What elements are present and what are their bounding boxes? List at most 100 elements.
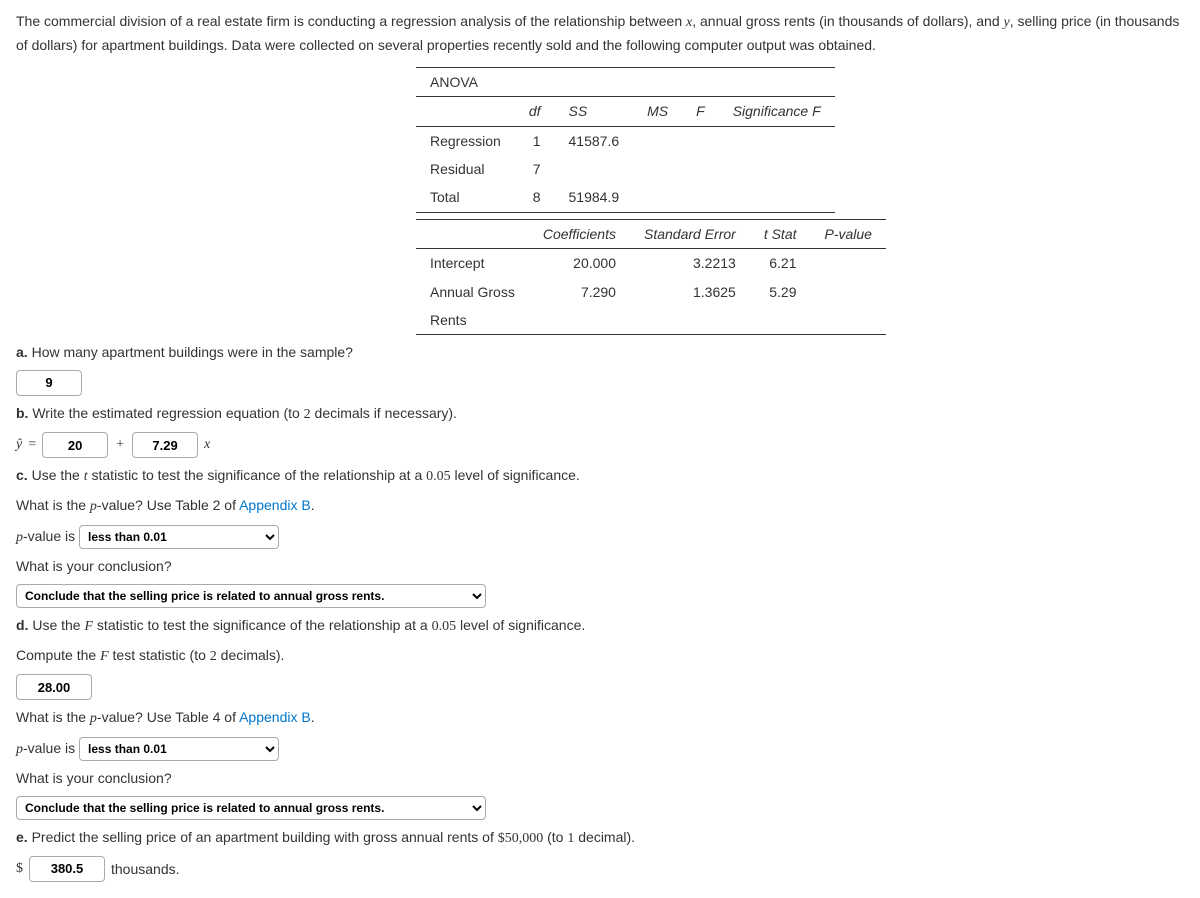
part-d-q1c: level of significance. — [456, 617, 585, 633]
part-c-pvalue-ans: p-value is less than 0.01 — [16, 525, 1184, 549]
part-d-q1b: statistic to test the significance of th… — [93, 617, 432, 633]
part-d-pvalue-ans: p-value is less than 0.01 — [16, 737, 1184, 761]
part-c-tag: c. — [16, 467, 28, 483]
coef-intercept-value: 20.000 — [529, 249, 630, 278]
part-b: b. Write the estimated regression equati… — [16, 402, 1184, 426]
anova-header-ss: SS — [555, 97, 634, 126]
part-e-qc: decimal). — [574, 829, 635, 845]
part-c-q1c: level of significance. — [451, 467, 580, 483]
part-c-q2b: -value? Use Table 2 of — [97, 497, 239, 513]
p-var-d-2: p — [16, 742, 23, 757]
anova-row-residual-df: 7 — [515, 155, 555, 183]
part-a-answer-input[interactable] — [16, 370, 82, 396]
appendix-b-link-2[interactable]: Appendix B — [239, 709, 311, 725]
part-d: d. Use the F statistic to test the signi… — [16, 614, 1184, 638]
anova-header-ms: MS — [633, 97, 682, 126]
coef-intercept-se: 3.2213 — [630, 249, 750, 278]
p-var-c-2: p — [16, 530, 23, 545]
coef-header-t: t Stat — [750, 219, 811, 248]
part-c-q2a: What is the — [16, 497, 90, 513]
anova-row-residual-label: Residual — [416, 155, 515, 183]
part-e-dec: 1 — [567, 831, 574, 846]
part-e-tag: e. — [16, 829, 28, 845]
part-b-equation: ŷ = + x — [16, 432, 1184, 458]
coef-slope-label-b: Rents — [416, 306, 529, 335]
part-c-alpha: 0.05 — [426, 469, 451, 484]
anova-row-regression-df: 1 — [515, 126, 555, 155]
part-d-q2c: decimals). — [217, 647, 285, 663]
part-d-q3a: What is the — [16, 709, 90, 725]
part-b-question-b: decimals if necessary). — [311, 405, 457, 421]
equals-symbol: = — [28, 434, 36, 456]
p-var-c: p — [90, 499, 97, 514]
part-a-tag: a. — [16, 344, 28, 360]
coef-slope-se: 1.3625 — [630, 278, 750, 306]
part-d-conclusion-q: What is your conclusion? — [16, 767, 1184, 789]
part-d-conclusion-select[interactable]: Conclude that the selling price is relat… — [16, 796, 486, 820]
part-d-q2a: Compute the — [16, 647, 100, 663]
dollar-sign: $ — [16, 858, 23, 880]
coef-table: Coefficients Standard Error t Stat P-val… — [416, 219, 886, 336]
anova-title: ANOVA — [416, 67, 515, 96]
intro-text-1: The commercial division of a real estate… — [16, 13, 686, 29]
anova-row-regression-ss: 41587.6 — [555, 126, 634, 155]
anova-row-regression-label: Regression — [416, 126, 515, 155]
yhat-symbol: ŷ — [16, 434, 22, 456]
part-c-pvalue-q: What is the p-value? Use Table 2 of Appe… — [16, 494, 1184, 518]
problem-intro: The commercial division of a real estate… — [16, 10, 1184, 57]
anova-header-sigf: Significance F — [719, 97, 835, 126]
coef-slope-t: 5.29 — [750, 278, 811, 306]
part-e-qb: (to — [543, 829, 567, 845]
coef-slope-value: 7.290 — [529, 278, 630, 306]
part-c-q1a: Use the — [32, 467, 84, 483]
coef-slope-label-a: Annual Gross — [416, 278, 529, 306]
part-b-dec: 2 — [304, 407, 311, 422]
part-e-answer-input[interactable] — [29, 856, 105, 882]
f-var: F — [84, 619, 93, 634]
coef-table-wrap: Coefficients Standard Error t Stat P-val… — [416, 219, 1184, 336]
part-c-q1b: statistic to test the significance of th… — [88, 467, 427, 483]
fstat-input[interactable] — [16, 674, 92, 700]
part-e-qa: Predict the selling price of an apartmen… — [32, 829, 498, 845]
intercept-input[interactable] — [42, 432, 108, 458]
part-b-question-a: Write the estimated regression equation … — [32, 405, 303, 421]
coef-header-p: P-value — [811, 219, 886, 248]
part-c-q2c: . — [311, 497, 315, 513]
anova-row-total-df: 8 — [515, 183, 555, 212]
part-c-pvalue-select[interactable]: less than 0.01 — [79, 525, 279, 549]
part-e-amount: $50,000 — [498, 831, 544, 846]
anova-row-total-label: Total — [416, 183, 515, 212]
part-c: c. Use the t statistic to test the signi… — [16, 464, 1184, 488]
slope-input[interactable] — [132, 432, 198, 458]
part-d-q3c: . — [311, 709, 315, 725]
part-d-pvalue-select[interactable]: less than 0.01 — [79, 737, 279, 761]
coef-intercept-t: 6.21 — [750, 249, 811, 278]
part-d-q3b: -value? Use Table 4 of — [97, 709, 239, 725]
anova-table: ANOVA df SS MS F Significance F Regressi… — [416, 67, 835, 213]
anova-header-f: F — [682, 97, 719, 126]
x-symbol: x — [204, 434, 210, 456]
part-a: a. How many apartment buildings were in … — [16, 341, 1184, 363]
part-a-question: How many apartment buildings were in the… — [32, 344, 353, 360]
intro-text-2: , annual gross rents (in thousands of do… — [692, 13, 1003, 29]
coef-header-se: Standard Error — [630, 219, 750, 248]
part-e-units: thousands. — [111, 858, 180, 880]
part-d-pvalue-q: What is the p-value? Use Table 4 of Appe… — [16, 706, 1184, 730]
part-d-tag: d. — [16, 617, 28, 633]
f-var-2: F — [100, 649, 109, 664]
part-c-conclusion-select[interactable]: Conclude that the selling price is relat… — [16, 584, 486, 608]
p-var-d: p — [90, 711, 97, 726]
appendix-b-link[interactable]: Appendix B — [239, 497, 311, 513]
anova-row-total-ss: 51984.9 — [555, 183, 634, 212]
part-d-dec: 2 — [210, 649, 217, 664]
coef-intercept-label: Intercept — [416, 249, 529, 278]
coef-header-coef: Coefficients — [529, 219, 630, 248]
part-d-q2b: test statistic (to — [109, 647, 210, 663]
part-e: e. Predict the selling price of an apart… — [16, 826, 1184, 850]
part-c-pvlabel: -value is — [23, 528, 75, 544]
part-d-alpha: 0.05 — [432, 619, 457, 634]
part-d-q1a: Use the — [32, 617, 84, 633]
part-b-tag: b. — [16, 405, 28, 421]
part-d-pvlabel: -value is — [23, 740, 75, 756]
plus-symbol: + — [116, 434, 124, 456]
